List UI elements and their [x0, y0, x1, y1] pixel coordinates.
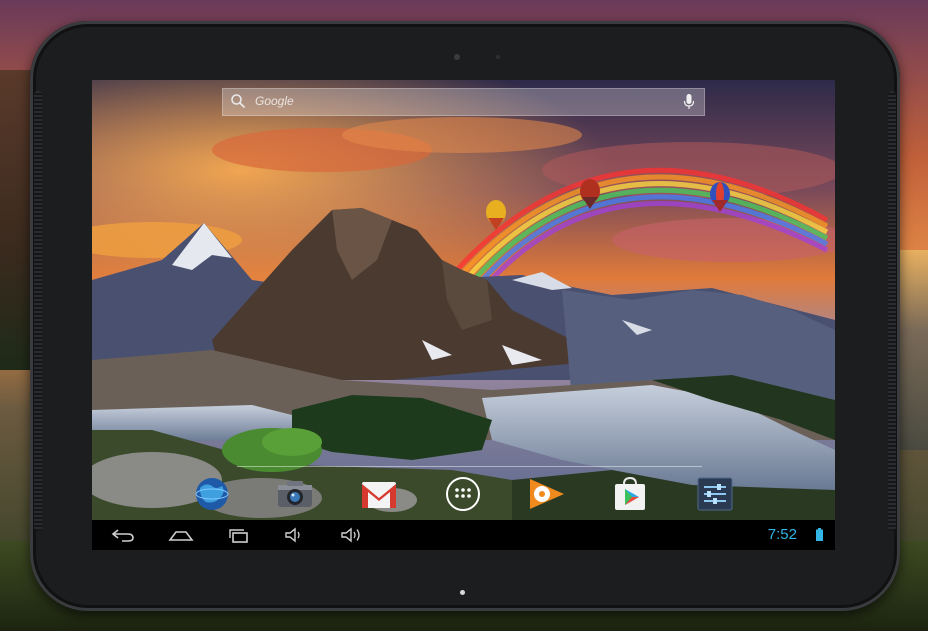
tablet-screen: Google 7:52 — [92, 80, 835, 550]
search-icon[interactable] — [230, 93, 246, 109]
volume-down-icon[interactable] — [284, 526, 306, 544]
hotseat-divider — [237, 466, 702, 467]
navigation-bar: 7:52 — [92, 520, 835, 550]
home-wallpaper: Google — [92, 80, 835, 520]
play-store-icon[interactable] — [610, 476, 650, 512]
volume-up-icon[interactable] — [340, 526, 364, 544]
camera-icon[interactable] — [275, 476, 315, 512]
recents-icon[interactable] — [226, 526, 252, 544]
gmail-icon[interactable] — [359, 476, 399, 512]
browser-globe-icon[interactable] — [192, 476, 232, 512]
notification-led — [460, 590, 465, 595]
search-placeholder: Google — [255, 94, 294, 108]
front-camera — [454, 54, 460, 60]
battery-icon — [816, 528, 823, 541]
speaker-grille-left — [34, 91, 42, 531]
google-search-bar[interactable]: Google — [222, 88, 705, 116]
back-icon[interactable] — [110, 526, 136, 544]
mic-icon[interactable] — [682, 93, 696, 111]
settings-icon[interactable] — [695, 476, 735, 512]
app-dock — [92, 470, 835, 518]
speaker-grille-right — [888, 91, 896, 531]
app-drawer-icon[interactable] — [443, 476, 483, 512]
play-music-icon[interactable] — [526, 476, 566, 512]
status-clock: 7:52 — [767, 526, 797, 543]
light-sensor — [496, 55, 500, 59]
home-icon[interactable] — [168, 526, 194, 544]
